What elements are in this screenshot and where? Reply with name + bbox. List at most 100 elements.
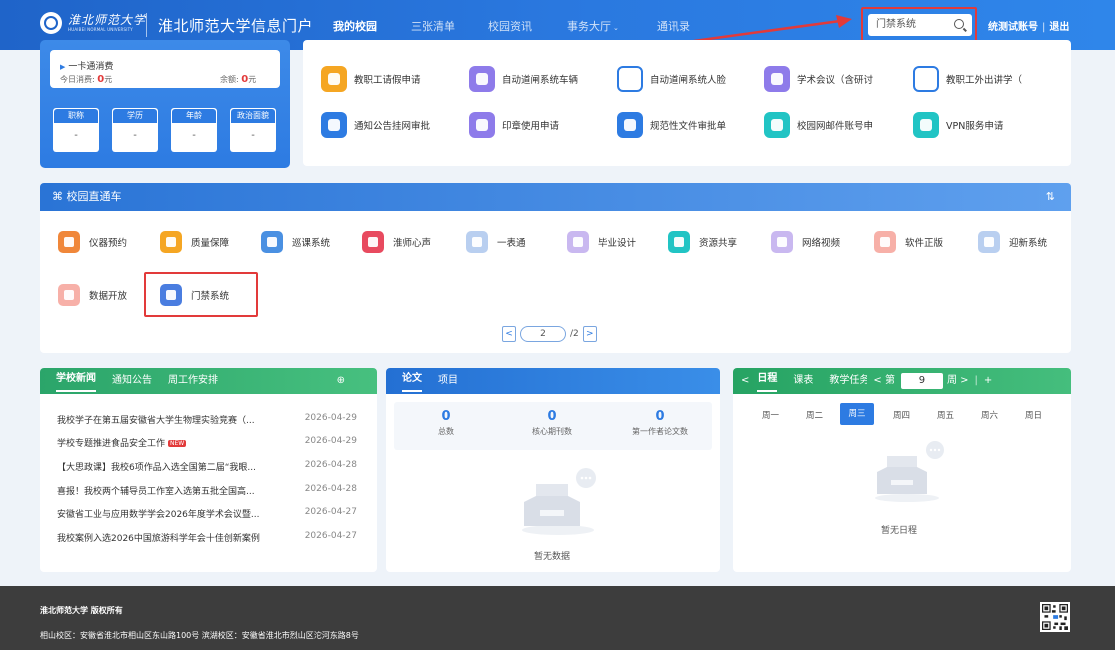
app-gate-face[interactable]: 自动道闸系统人脸: [617, 66, 726, 92]
papers-empty-text: 暂无数据: [534, 552, 571, 562]
nav-campus-news[interactable]: 校园资讯: [488, 18, 532, 34]
campus-direct-header: ⌘ 校园直通车 ⇅: [40, 183, 1071, 211]
stat-core-journals: 0 核心期刊数: [502, 409, 602, 437]
news-item[interactable]: 喜报！我校两个辅导员工作室入选第五批全国高... 2026-04-28: [57, 484, 357, 497]
direct-app-label: 网络视频: [802, 238, 841, 249]
direct-app-voice[interactable]: 淮师心声: [362, 231, 431, 253]
more-icon[interactable]: ⊕: [337, 368, 345, 394]
app-gate-vehicle[interactable]: 自动道闸系统车辆: [469, 66, 578, 92]
direct-app-label: 巡课系统: [292, 238, 331, 249]
app-outside-lecture[interactable]: 教职工外出讲学（: [913, 66, 1022, 92]
chevron-left-icon[interactable]: <: [741, 368, 749, 394]
form-clock-icon: [617, 66, 643, 92]
papers-panel: 论文 项目 0 总数 0 核心期刊数 0 第一作者论文数 暂无数据: [386, 368, 720, 572]
direct-app-graduation[interactable]: 毕业设计: [567, 231, 636, 253]
direct-app-quality[interactable]: 质量保障: [160, 231, 229, 253]
app-label: 学术会议（含研讨: [797, 75, 874, 86]
tab-schedule[interactable]: 日程: [757, 368, 778, 392]
footer: 淮北师范大学 版权所有 相山校区：安徽省淮北市相山区东山路100号 滨湖校区：安…: [0, 586, 1115, 650]
direct-app-video[interactable]: 网络视频: [771, 231, 840, 253]
stat-value: -: [251, 130, 255, 141]
day-wed[interactable]: 周三: [840, 403, 874, 425]
stat-caption: 第一作者论文数: [632, 427, 688, 436]
app-notice-approval[interactable]: 通知公告挂网审批: [321, 112, 430, 138]
app-leave-request[interactable]: 教职工请假申请: [321, 66, 421, 92]
clipboard-icon: [567, 231, 589, 253]
app-label: 自动道闸系统车辆: [502, 75, 579, 86]
app-vpn[interactable]: VPN服务申请: [913, 112, 1003, 138]
direct-app-label: 毕业设计: [598, 238, 637, 249]
news-item[interactable]: 学校专题推进食品安全工作 NEW 2026-04-29: [57, 436, 357, 449]
folder-icon: [58, 284, 80, 306]
empty-box-icon: [875, 441, 944, 502]
news-title: 【大思政课】我校6项作品入选全国第二届“我眼...: [57, 463, 256, 473]
tab-school-news[interactable]: 学校新闻: [56, 368, 96, 392]
add-event-icon[interactable]: +: [984, 368, 992, 394]
address: 相山校区：安徽省淮北市相山区东山路100号 滨湖校区：安徽省淮北市烈山区沱河东路…: [40, 631, 359, 640]
stat-number: 0: [441, 409, 451, 424]
day-sat[interactable]: 周六: [981, 409, 998, 421]
nav-my-campus[interactable]: 我的校园: [333, 18, 377, 34]
university-logo[interactable]: 淮北师范大学 HUAIBEI NORMAL UNIVERSITY: [40, 12, 146, 34]
tab-teaching-tasks[interactable]: 教学任务: [829, 368, 867, 394]
app-document-approval[interactable]: 规范性文件审批单: [617, 112, 726, 138]
sort-icon[interactable]: ⇅: [1046, 183, 1055, 211]
campus-direct-title: 校园直通车: [66, 190, 122, 203]
news-item[interactable]: 【大思政课】我校6项作品入选全国第二届“我眼... 2026-04-28: [57, 460, 357, 473]
balance-unit: 元: [248, 75, 257, 84]
tab-notices[interactable]: 通知公告: [112, 368, 152, 394]
day-fri[interactable]: 周五: [937, 409, 954, 421]
direct-app-label: 淮师心声: [393, 238, 432, 249]
news-title: 安徽省工业与应用数学学会2026年度学术会议暨...: [57, 510, 260, 520]
nav-three-lists[interactable]: 三张清单: [411, 18, 455, 34]
direct-app-resource[interactable]: 资源共享: [668, 231, 737, 253]
next-page-button[interactable]: >: [582, 326, 597, 342]
page-input[interactable]: 2: [520, 326, 566, 342]
check-icon: [261, 231, 283, 253]
stat-value: -: [74, 130, 78, 141]
direct-app-data-open[interactable]: 数据开放: [58, 284, 127, 306]
app-email-account[interactable]: 校园网邮件账号申: [764, 112, 873, 138]
direct-app-software[interactable]: 软件正版: [874, 231, 943, 253]
day-tue[interactable]: 周二: [806, 409, 823, 421]
tab-weekly-schedule[interactable]: 周工作安排: [168, 368, 218, 394]
form-clock-icon: [913, 66, 939, 92]
today-label: 今日消费:: [60, 75, 95, 84]
week-input[interactable]: 9: [900, 373, 943, 389]
week-next[interactable]: 周 >: [947, 368, 969, 394]
sheet-icon: [466, 231, 488, 253]
app-seal-request[interactable]: 印章使用申请: [469, 112, 559, 138]
user-name[interactable]: 统测试账号: [988, 22, 1038, 33]
day-sun[interactable]: 周日: [1025, 409, 1042, 421]
news-date: 2026-04-28: [304, 460, 357, 470]
direct-app-welcome[interactable]: 迎新系统: [978, 231, 1047, 253]
qr-code-icon[interactable]: [1040, 602, 1070, 632]
week-prev[interactable]: < 第: [873, 368, 895, 394]
direct-app-instrument[interactable]: 仪器预约: [58, 231, 127, 253]
nav-directory[interactable]: 通讯录: [657, 18, 690, 34]
news-title: 我校案例入选2026中国旅游科学年会十佳创新案例: [57, 534, 260, 544]
direct-app-one-table[interactable]: 一表通: [466, 231, 526, 253]
news-item[interactable]: 安徽省工业与应用数学学会2026年度学术会议暨... 2026-04-27: [57, 507, 357, 520]
direct-app-patrol[interactable]: 巡课系统: [261, 231, 330, 253]
logout-link[interactable]: 退出: [1049, 22, 1069, 33]
nav-service-hall[interactable]: 事务大厅 ⌄: [567, 18, 619, 34]
stat-caption: 总数: [438, 427, 454, 436]
tab-papers[interactable]: 论文: [402, 368, 422, 392]
tab-timetable[interactable]: 课表: [793, 368, 813, 394]
clock-icon: [321, 66, 347, 92]
stat-number: 0: [655, 409, 665, 424]
stat-caption: 核心期刊数: [532, 427, 572, 436]
direct-app-label: 质量保障: [191, 238, 230, 249]
news-item[interactable]: 我校学子在第五届安徽省大学生物理实验竞赛（... 2026-04-29: [57, 413, 357, 426]
schedule-panel: < 日程 课表 教学任务 < 第 9 周 > | + 暂无日程: [733, 368, 1071, 572]
day-mon[interactable]: 周一: [762, 409, 779, 421]
day-thu[interactable]: 周四: [893, 409, 910, 421]
prev-page-button[interactable]: <: [502, 326, 516, 342]
tab-projects[interactable]: 项目: [438, 368, 458, 394]
campus-card-panel: ▶ 一卡通消费 今日消费: 0元 余额: 0元: [50, 50, 280, 88]
app-academic-meeting[interactable]: 学术会议（含研讨: [764, 66, 873, 92]
notice-icon: [321, 112, 347, 138]
stat-value: -: [133, 130, 137, 141]
news-item[interactable]: 我校案例入选2026中国旅游科学年会十佳创新案例 2026-04-27: [57, 531, 357, 544]
